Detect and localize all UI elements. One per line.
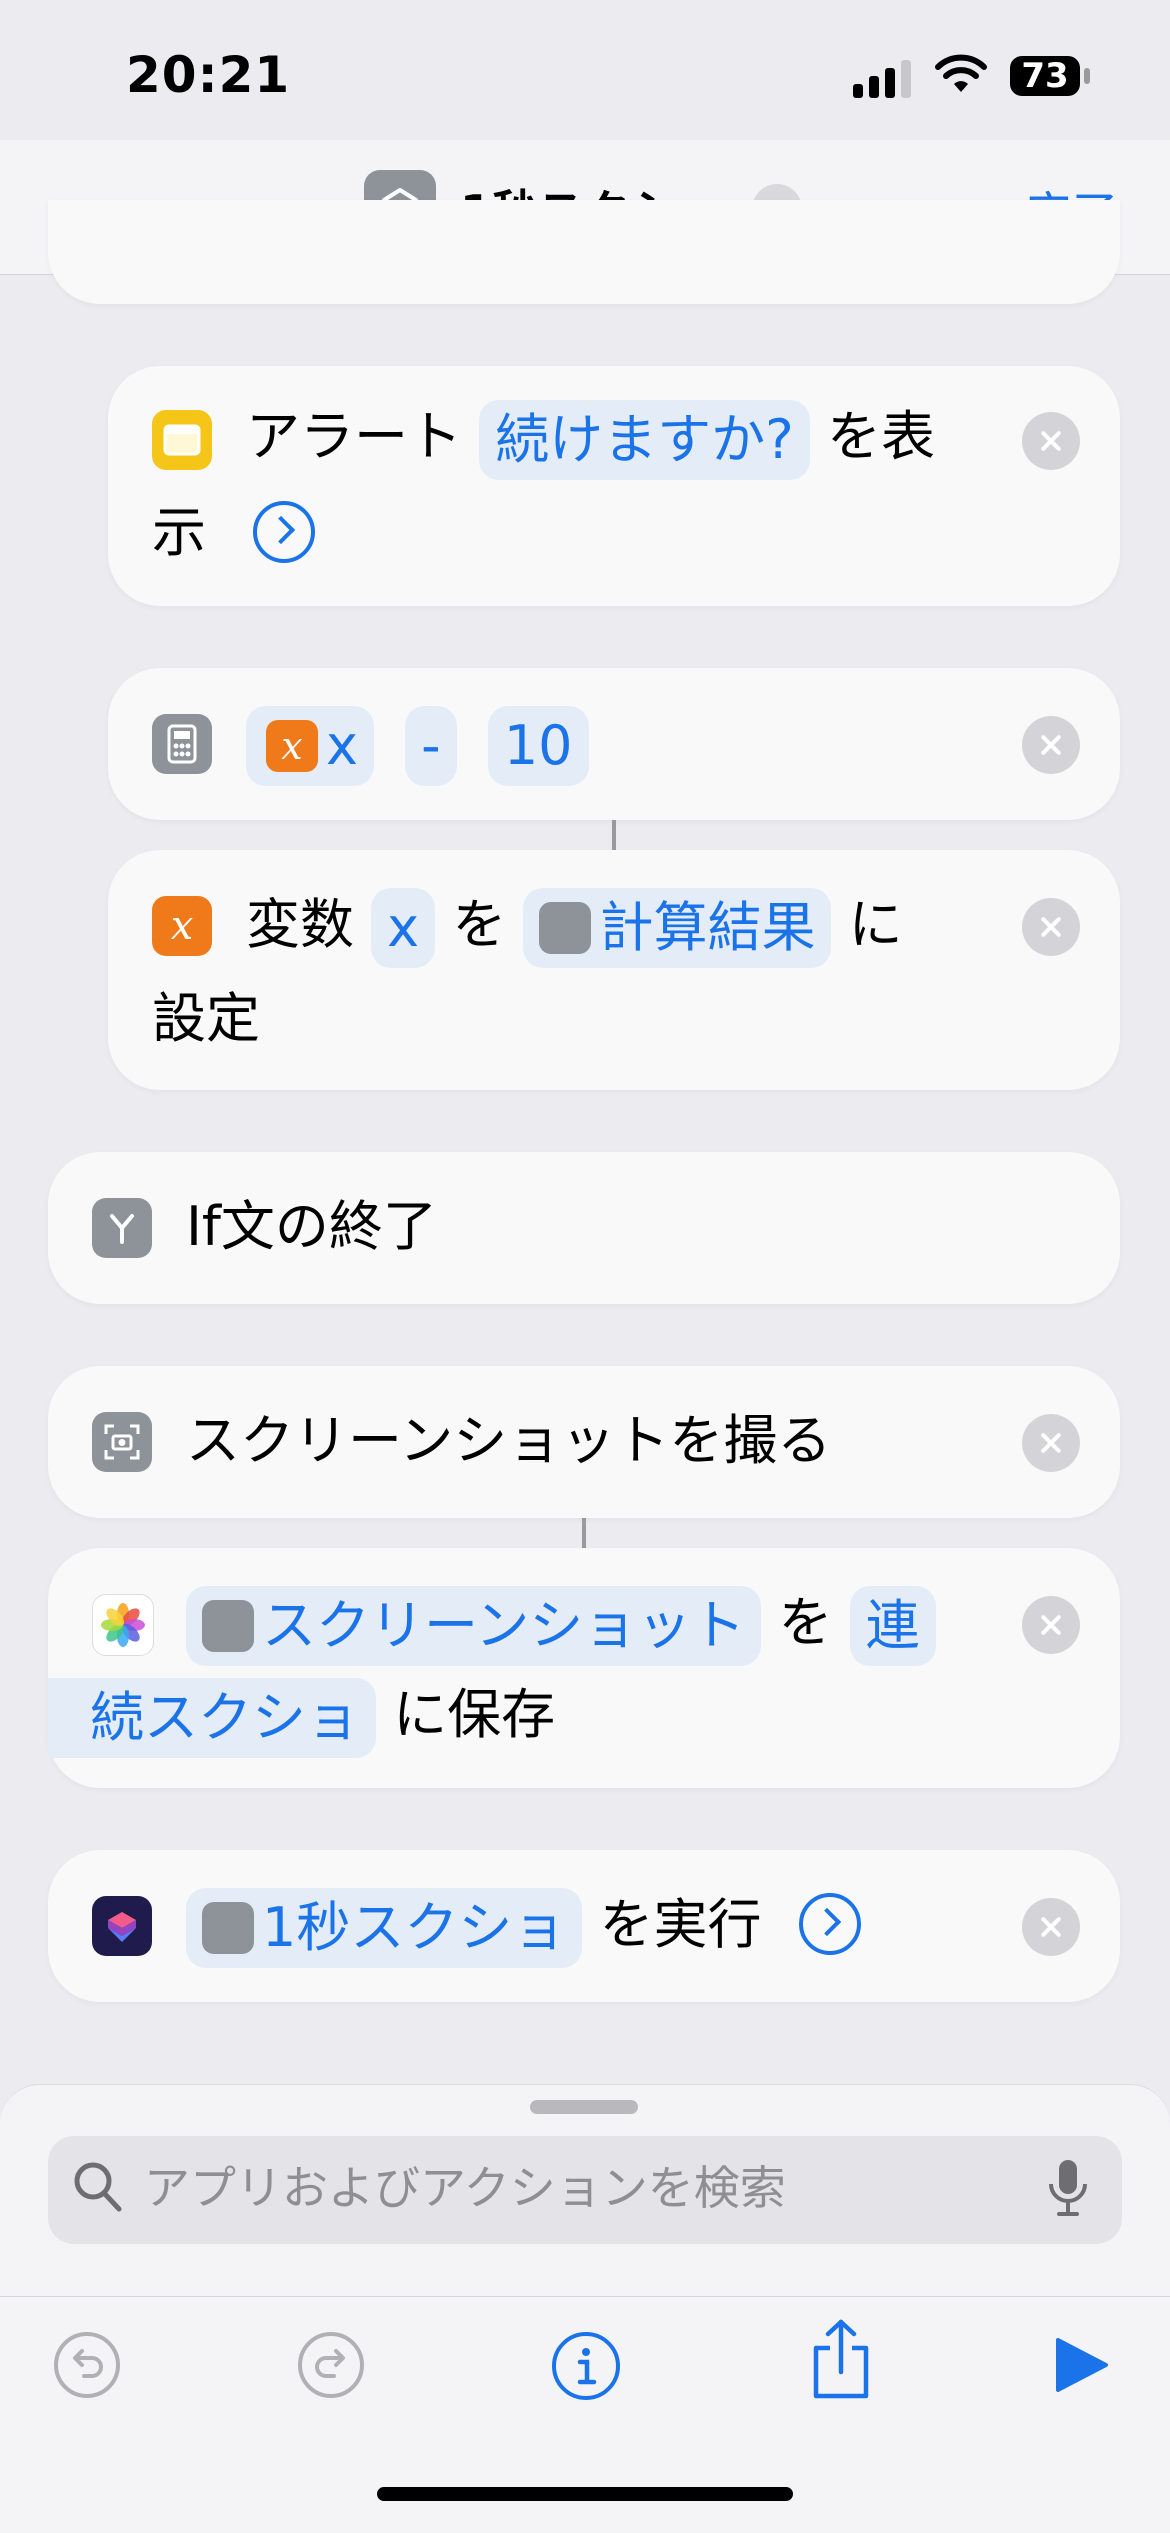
- redo-icon[interactable]: [296, 2330, 366, 2404]
- search-icon: [72, 2160, 124, 2220]
- sheet-grabber[interactable]: [530, 2100, 638, 2114]
- connector-line: [612, 820, 616, 850]
- search-placeholder: アプリおよびアクションを検索: [144, 2161, 786, 2215]
- variable-icon: 𝑥: [152, 896, 212, 956]
- variable-icon: 𝑥: [266, 719, 318, 772]
- microphone-icon[interactable]: [1046, 2158, 1090, 2222]
- cellular-signal-icon: [853, 58, 913, 98]
- save-line-1: スクリーンショット を 連: [186, 1578, 936, 1668]
- photos-icon: [92, 1594, 154, 1656]
- run-suffix: を実行: [599, 1893, 762, 1956]
- undo-icon[interactable]: [52, 2330, 122, 2404]
- save-line-2: 続スクショ に保存: [48, 1670, 555, 1760]
- home-indicator: [377, 2487, 793, 2501]
- remove-save-button[interactable]: [1022, 1596, 1080, 1654]
- remove-run-shortcut-button[interactable]: [1022, 1898, 1080, 1956]
- save-suffix: に保存: [393, 1683, 556, 1746]
- save-album-chip-1[interactable]: 連: [849, 1586, 936, 1667]
- status-time: 20:21: [126, 46, 291, 104]
- screenshot-icon: [202, 1599, 254, 1652]
- save-album-chip-2[interactable]: 続スクショ: [48, 1678, 376, 1759]
- end-if-label: If文の終了: [186, 1195, 437, 1258]
- previous-action-card: [48, 200, 1120, 304]
- alert-line-2: 示: [152, 488, 316, 578]
- wifi-icon: [934, 54, 988, 98]
- run-shortcut-line: 1秒スクショ を実行: [186, 1880, 861, 1970]
- battery-nub: [1084, 68, 1090, 84]
- expand-chevron-icon[interactable]: [253, 501, 316, 564]
- alert-suffix-2: 示: [152, 501, 206, 564]
- setvar-name-chip[interactable]: x: [371, 888, 436, 969]
- calculator-icon: [152, 714, 212, 774]
- setvar-suffix: に: [848, 893, 903, 956]
- branch-icon: [92, 1198, 152, 1258]
- calc-operator-chip[interactable]: -: [405, 706, 457, 787]
- screenshot-icon: [92, 1412, 152, 1472]
- shortcuts-app-icon: [92, 1896, 152, 1956]
- alert-window-icon: [152, 410, 212, 470]
- save-input-chip[interactable]: スクリーンショット: [186, 1586, 762, 1667]
- calc-expression: 𝑥x - 10: [246, 698, 589, 788]
- alert-label: アラート: [246, 405, 462, 468]
- calculator-icon: [539, 901, 592, 954]
- setvar-prefix: 変数: [246, 893, 354, 956]
- remove-set-variable-button[interactable]: [1022, 898, 1080, 956]
- info-icon[interactable]: [550, 2330, 622, 2406]
- take-screenshot-label: スクリーンショットを撮る: [186, 1409, 832, 1472]
- setvar-line-1: 変数 x を 計算結果 に: [246, 880, 903, 970]
- setvar-suffix-2: 設定: [152, 987, 260, 1050]
- share-icon[interactable]: [808, 2318, 874, 2406]
- calc-variable-chip[interactable]: 𝑥x: [246, 706, 374, 787]
- play-icon[interactable]: [1054, 2336, 1110, 2398]
- save-mid: を: [778, 1591, 833, 1654]
- remove-screenshot-button[interactable]: [1022, 1414, 1080, 1472]
- alert-line-1: アラート 続けますか? を表: [246, 392, 935, 482]
- alert-suffix: を表: [827, 405, 936, 468]
- setvar-result-chip[interactable]: 計算結果: [523, 888, 832, 969]
- expand-chevron-icon[interactable]: [798, 1893, 861, 1956]
- toolbar-divider: [0, 2296, 1170, 2297]
- remove-alert-button[interactable]: [1022, 412, 1080, 470]
- run-shortcut-chip[interactable]: 1秒スクショ: [186, 1888, 583, 1969]
- alert-message-chip[interactable]: 続けますか?: [479, 400, 810, 481]
- battery-icon: 73: [1010, 56, 1080, 96]
- connector-line: [582, 1518, 586, 1548]
- setvar-mid: を: [452, 893, 507, 956]
- calc-number-chip[interactable]: 10: [487, 706, 589, 787]
- remove-calculate-button[interactable]: [1022, 716, 1080, 774]
- shortcut-layers-icon: [202, 1901, 254, 1954]
